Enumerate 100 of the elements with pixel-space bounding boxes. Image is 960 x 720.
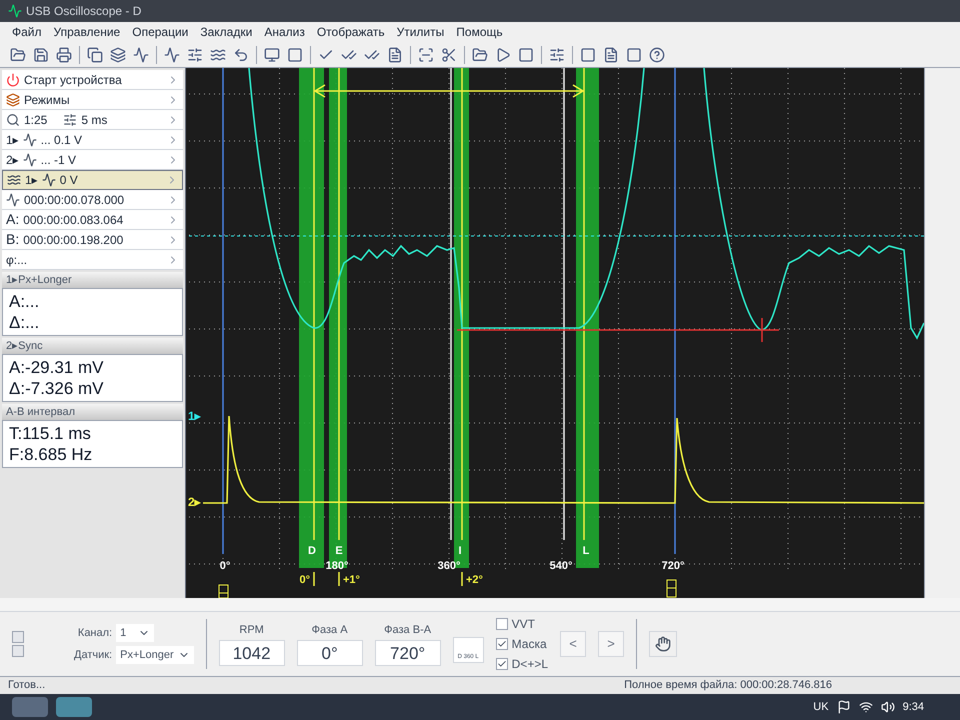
flag-icon[interactable] <box>836 700 851 714</box>
cursor-setting[interactable]: A: 000:00:00.083.064 <box>2 210 183 230</box>
section-header: 1▸Px+Longer <box>2 272 183 288</box>
toolbar-button[interactable] <box>131 44 151 64</box>
volume-icon[interactable] <box>880 700 895 714</box>
menu-item[interactable]: Анализ <box>264 23 305 41</box>
band-label: I <box>458 545 462 557</box>
window-title: USB Oscilloscope - D <box>26 3 142 20</box>
offset-label: +2° <box>466 574 483 586</box>
menu-item[interactable]: Отображать <box>316 23 385 41</box>
pan-button[interactable] <box>649 631 678 657</box>
toolbar-icon <box>187 46 203 62</box>
readout-value: 0° <box>296 640 363 666</box>
toolbar-button[interactable] <box>54 44 74 64</box>
toolbar-icon <box>33 46 49 62</box>
phase-label: 720° <box>662 560 684 572</box>
channel-setting[interactable]: 1▸ ... 0.1 V <box>2 130 183 150</box>
probe-icon <box>22 152 37 166</box>
toolbar-button[interactable] <box>85 44 105 64</box>
offset-label: +1° <box>343 574 360 586</box>
modes-icon <box>6 92 20 106</box>
toolbar-icon <box>495 46 511 62</box>
toolbar-icon <box>518 46 534 62</box>
toolbar-icon <box>87 46 103 62</box>
slope-icon <box>42 173 56 187</box>
measurement-value: Δ:-7.326 mV <box>9 378 105 399</box>
channel-marker: 2▸ <box>188 495 201 509</box>
band-label: L <box>582 545 590 557</box>
toolbar-button[interactable] <box>162 44 182 64</box>
checkbox[interactable] <box>496 618 508 630</box>
cursor-handle-icon[interactable] <box>666 580 676 598</box>
toolbar-icon <box>110 46 126 62</box>
marker-line <box>313 572 315 586</box>
toolbar-icon <box>233 46 249 62</box>
zoom-icon <box>6 112 20 126</box>
readout-label: Фаза B-A <box>384 622 432 638</box>
section-header: A-B интервал <box>2 404 183 420</box>
phase-label: 540° <box>550 560 572 572</box>
toolbar-icon <box>10 46 26 62</box>
toolbar-icon <box>164 46 180 62</box>
sensor-label: Датчик: <box>74 648 112 663</box>
cursor-handle-icon[interactable] <box>218 584 228 598</box>
toolbar-icon <box>264 46 280 62</box>
measurement-value: F:8.685 Hz <box>9 444 94 465</box>
checkbox[interactable] <box>496 658 508 670</box>
channel-marker: 1▸ <box>188 409 201 423</box>
offset-label: 0° <box>299 574 310 586</box>
readout-value: 1042 <box>218 640 285 666</box>
cursor-setting[interactable]: B: 000:00:00.198.200 <box>2 230 183 250</box>
channel-dropdown[interactable]: 1 <box>116 624 154 642</box>
readout-label: Фаза A <box>312 622 348 638</box>
channel-setting[interactable]: 2▸ ... -1 V <box>2 150 183 170</box>
toolbar-icon <box>580 46 596 62</box>
probe-icon <box>22 132 37 146</box>
power-icon <box>6 72 20 86</box>
readout-label: RPM <box>239 622 264 638</box>
language-indicator: UK <box>813 700 829 715</box>
toolbar-icon <box>472 46 488 62</box>
nav-button[interactable]: > <box>598 631 624 657</box>
nav-button[interactable]: < <box>560 631 586 657</box>
menu-item[interactable]: Помощь <box>456 23 503 41</box>
menu-item[interactable]: Закладки <box>200 23 252 41</box>
timebase-value: 5 ms <box>81 112 108 128</box>
measurement-value: A:... <box>9 291 40 312</box>
toolbar-icon <box>549 46 565 62</box>
file-duration: Полное время файла: 000:00:28.746.816 <box>624 678 832 694</box>
menu-item[interactable]: Операции <box>132 23 188 41</box>
checkbox-label: VVT <box>512 616 535 633</box>
app-icon <box>8 4 22 18</box>
timebase-icon <box>63 112 78 126</box>
toolbar-button[interactable] <box>108 44 128 64</box>
trigger-icon <box>7 173 21 187</box>
trigger-setting[interactable]: 1▸ 0 V <box>2 170 183 190</box>
checkbox[interactable] <box>496 638 508 650</box>
toolbar-icon <box>626 46 642 62</box>
band-label: D <box>308 545 316 557</box>
phase-label: 0° <box>220 560 230 572</box>
network-icon[interactable] <box>858 700 873 714</box>
phase-setting[interactable]: φ:... <box>2 250 183 270</box>
toolbar-icon <box>387 46 403 62</box>
check-icon <box>496 659 507 669</box>
menu-item[interactable]: Файл <box>12 23 42 41</box>
menu-item[interactable]: Управление <box>54 23 120 41</box>
time-setting[interactable]: 000:00:00.078.000 <box>2 190 183 210</box>
toolbar-icon <box>441 46 457 62</box>
toolbar-button[interactable] <box>647 44 667 64</box>
menu-item[interactable]: Утилиты <box>396 23 444 41</box>
sensor-dropdown[interactable]: Px+Longer <box>116 646 194 664</box>
toolbar-icon <box>56 46 72 62</box>
modes-button[interactable]: Режимы <box>2 90 183 110</box>
clock: 9:34 <box>902 700 924 715</box>
toolbar-icon <box>649 46 665 62</box>
checkbox-label: D<+>L <box>512 656 548 673</box>
checkbox-label: Маска <box>512 636 547 653</box>
channel-label: Канал: <box>76 626 112 641</box>
measurement-value: T:115.1 ms <box>9 423 92 444</box>
measurement-value: Δ:... <box>9 312 40 333</box>
toolbar-icon <box>603 46 619 62</box>
marker-line <box>461 572 463 586</box>
start-device-button[interactable]: Старт устройства <box>2 70 183 90</box>
